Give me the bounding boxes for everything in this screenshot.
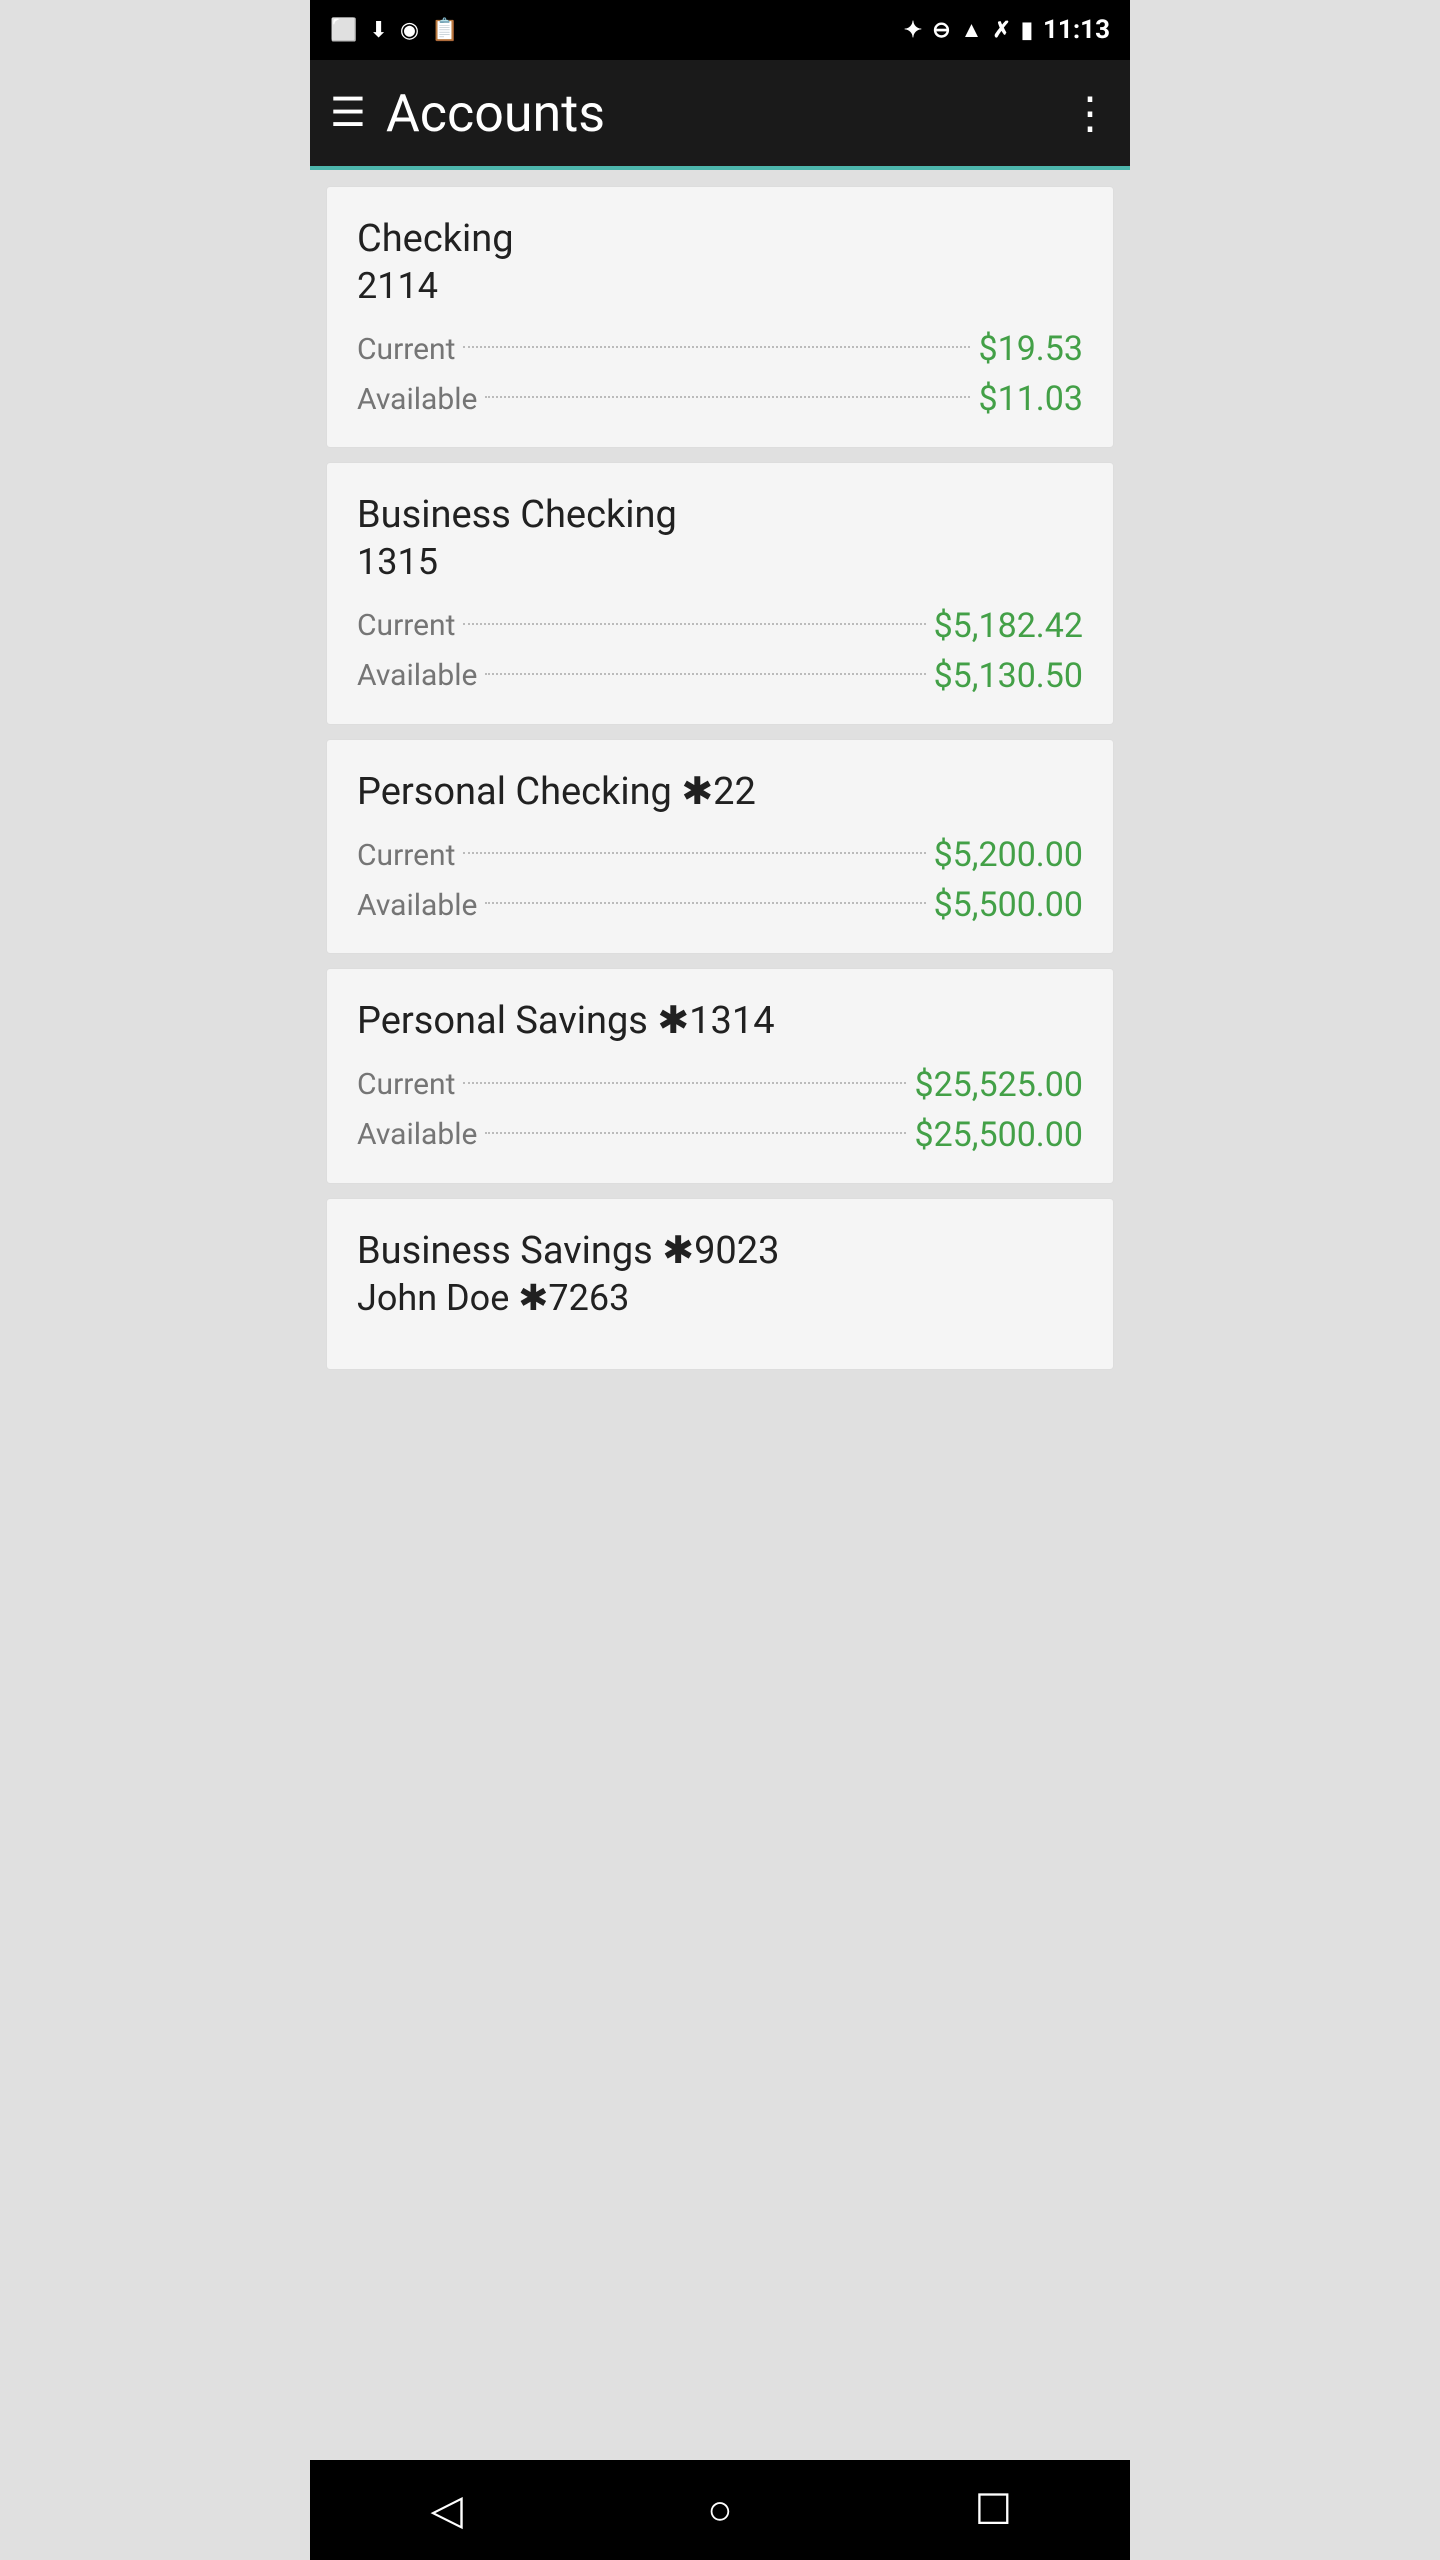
available-balance-row: Available $11.03 [357, 379, 1083, 419]
home-icon: ○ [707, 2486, 732, 2535]
clipboard-icon: 📋 [431, 18, 458, 43]
dotted-divider [463, 623, 925, 625]
current-label: Current [357, 1067, 455, 1102]
available-value: $25,500.00 [914, 1115, 1083, 1155]
current-value: $25,525.00 [914, 1065, 1083, 1105]
available-balance-row: Available $25,500.00 [357, 1115, 1083, 1155]
accounts-list: Checking2114 Current $19.53 Available $1… [310, 170, 1130, 2460]
home-button[interactable]: ○ [680, 2470, 760, 2550]
account-card[interactable]: Checking2114 Current $19.53 Available $1… [326, 186, 1114, 448]
available-label: Available [357, 382, 477, 417]
bluetooth-icon: ✦ [904, 18, 922, 43]
status-bar-left: ⬜ ⬇ ◉ 📋 [330, 18, 458, 43]
page-title: Accounts [386, 83, 605, 144]
available-label: Available [357, 888, 477, 923]
wifi-icon: ▲ [961, 17, 983, 43]
download-icon: ⬇ [369, 18, 387, 43]
back-button[interactable]: ◁ [407, 2470, 487, 2550]
available-balance-row: Available $5,500.00 [357, 885, 1083, 925]
available-label: Available [357, 1117, 477, 1152]
app-bar: ☰ Accounts ⋮ [310, 60, 1130, 170]
app-bar-left: ☰ Accounts [330, 83, 605, 144]
dotted-divider [485, 673, 925, 675]
account-card[interactable]: Business Savings ✱9023John Doe ✱7263 [326, 1198, 1114, 1370]
dotted-divider [485, 902, 925, 904]
back-icon: ◁ [431, 2485, 463, 2535]
current-balance-row: Current $5,200.00 [357, 835, 1083, 875]
recents-icon: ☐ [974, 2485, 1012, 2535]
account-name: Checking [357, 217, 1083, 263]
available-balance-row: Available $5,130.50 [357, 656, 1083, 696]
status-bar-right: ✦ ⊖ ▲ ✗ ▮ 11:13 [904, 15, 1110, 45]
signal-off-icon: ✗ [992, 18, 1010, 43]
account-card[interactable]: Personal Checking ✱22 Current $5,200.00 … [326, 739, 1114, 955]
battery-icon: ▮ [1021, 18, 1033, 43]
bottom-nav: ◁ ○ ☐ [310, 2460, 1130, 2560]
account-name: Business Savings ✱9023 [357, 1229, 1083, 1275]
current-label: Current [357, 838, 455, 873]
minus-circle-icon: ⊖ [932, 18, 950, 43]
status-time: 11:13 [1043, 15, 1110, 45]
dotted-divider [485, 396, 970, 398]
android-icon: ◉ [400, 18, 419, 43]
screenshot-icon: ⬜ [330, 18, 357, 43]
current-value: $5,200.00 [934, 835, 1083, 875]
current-value: $5,182.42 [934, 606, 1083, 646]
dotted-divider [463, 346, 970, 348]
available-value: $11.03 [978, 379, 1083, 419]
more-options-icon[interactable]: ⋮ [1068, 87, 1110, 139]
available-value: $5,500.00 [934, 885, 1083, 925]
available-value: $5,130.50 [934, 656, 1083, 696]
account-name: Personal Savings ✱1314 [357, 999, 1083, 1045]
account-name: Business Checking [357, 493, 1083, 539]
dotted-divider [485, 1132, 906, 1134]
current-balance-row: Current $25,525.00 [357, 1065, 1083, 1105]
dotted-divider [463, 852, 925, 854]
current-balance-row: Current $5,182.42 [357, 606, 1083, 646]
account-name: Personal Checking ✱22 [357, 770, 1083, 816]
account-number: 2114 [357, 263, 1083, 310]
account-card[interactable]: Business Checking1315 Current $5,182.42 … [326, 462, 1114, 724]
account-card[interactable]: Personal Savings ✱1314 Current $25,525.0… [326, 968, 1114, 1184]
dotted-divider [463, 1082, 906, 1084]
current-label: Current [357, 332, 455, 367]
current-label: Current [357, 608, 455, 643]
current-value: $19.53 [978, 329, 1083, 369]
current-balance-row: Current $19.53 [357, 329, 1083, 369]
account-number: John Doe ✱7263 [357, 1275, 1083, 1322]
available-label: Available [357, 658, 477, 693]
recents-button[interactable]: ☐ [953, 2470, 1033, 2550]
account-number: 1315 [357, 539, 1083, 586]
status-bar: ⬜ ⬇ ◉ 📋 ✦ ⊖ ▲ ✗ ▮ 11:13 [310, 0, 1130, 60]
menu-icon[interactable]: ☰ [330, 93, 366, 133]
